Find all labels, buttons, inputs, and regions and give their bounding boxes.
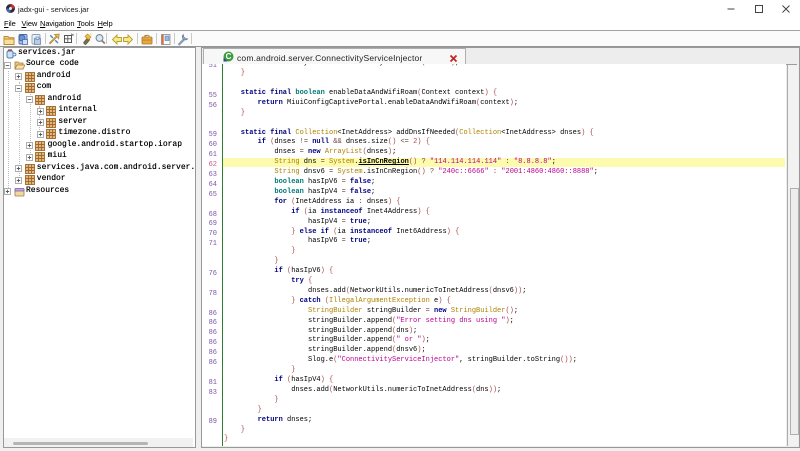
svg-text:C: C — [226, 52, 232, 61]
